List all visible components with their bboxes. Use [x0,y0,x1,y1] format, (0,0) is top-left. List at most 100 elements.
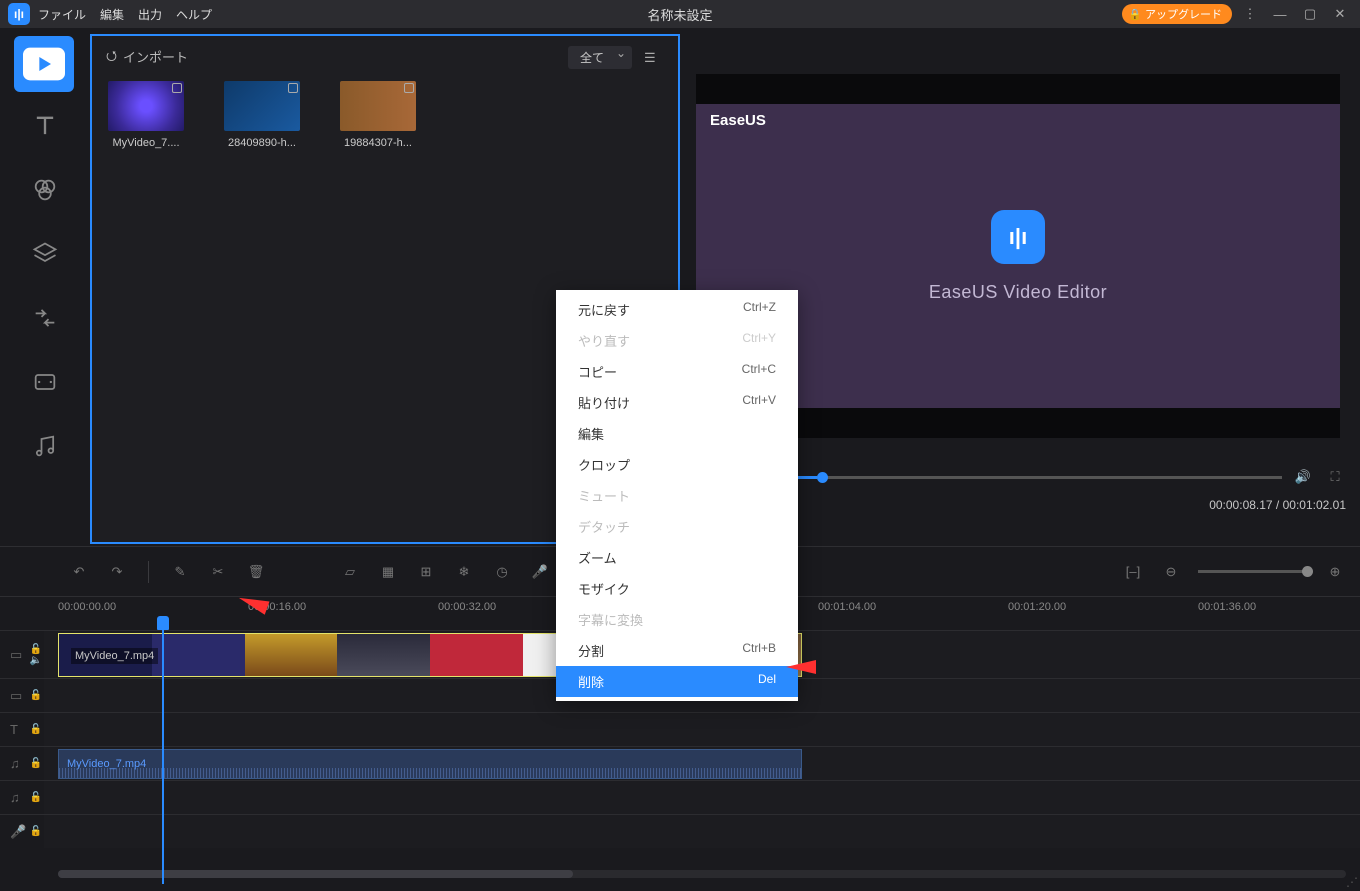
overlays-tab[interactable] [31,240,59,268]
lock-icon[interactable]: 🔓🔈 [30,644,42,666]
lock-icon[interactable]: 🔓 [30,724,42,735]
annotation-arrow-icon [786,660,816,674]
media-item[interactable]: 28409890-h... [218,81,306,149]
elements-tab[interactable] [31,368,59,396]
lock-icon: 🔒 [1128,8,1142,21]
context-menu-label: ズーム [578,548,617,567]
menu-help[interactable]: ヘルプ [176,6,212,23]
edit-pencil-icon[interactable]: ✎ [169,561,191,583]
ruler-tick: 00:01:36.00 [1198,601,1256,613]
menu-edit[interactable]: 編集 [100,6,124,23]
context-menu-item[interactable]: コピーCtrl+C [556,356,798,387]
context-menu-item[interactable]: 削除Del [556,666,798,697]
ruler-tick: 00:00:32.00 [438,601,496,613]
zoom-out-button[interactable]: ⊖ [1160,561,1182,583]
audio-track-icon: ♫ [10,790,20,805]
context-menu-shortcut: Ctrl+V [742,393,776,412]
zoom-in-button[interactable]: ⊕ [1324,561,1346,583]
wm-suffix: US [745,112,766,129]
lock-icon[interactable]: 🔓 [30,758,42,769]
menu-file[interactable]: ファイル [38,6,86,23]
context-menu-item[interactable]: 分割 Ctrl+B [556,635,798,666]
video-track-icon: ▭ [10,647,22,663]
media-item[interactable]: 19884307-h... [334,81,422,149]
playhead[interactable] [162,630,164,884]
preview-center-text: EaseUS Video Editor [929,282,1107,303]
import-icon: ⭯ [106,47,117,69]
split-scissors-icon[interactable]: ✂ [207,561,229,583]
timeline-scrollbar[interactable] [58,870,1346,878]
seek-slider[interactable] [728,476,1282,479]
wm-prefix: Ease [710,112,745,129]
used-marker-icon [404,83,414,93]
crop-icon[interactable]: ▱ [339,561,361,583]
audio-clip[interactable]: MyVideo_7.mp4 [58,749,802,779]
media-item-name: MyVideo_7.... [102,137,190,149]
context-menu-label: デタッチ [578,517,630,536]
list-view-icon[interactable]: ☰ [644,50,664,66]
music-tab[interactable] [31,432,59,460]
track-head-audio2[interactable]: ♫🔓 [0,781,44,814]
context-menu-label: モザイク [578,579,630,598]
context-menu-item[interactable]: モザイク [556,573,798,604]
speed-icon[interactable]: ◷ [491,561,513,583]
lock-icon[interactable]: 🔓 [30,792,42,803]
media-filter-value: 全て [580,51,604,65]
context-menu-label: ミュート [578,486,630,505]
mic-icon[interactable]: 🎤 [529,561,551,583]
media-tab[interactable] [14,36,74,92]
resize-grip-icon[interactable]: ⋰ [1346,875,1358,889]
menu-output[interactable]: 出力 [138,6,162,23]
ruler-tick: 00:00:00.00 [58,601,116,613]
undo-button[interactable]: ↶ [68,561,90,583]
context-menu-item[interactable]: 元に戻すCtrl+Z [556,294,798,325]
overlay-track-icon: ▭ [10,688,22,704]
media-thumbnail [340,81,416,131]
maximize-button[interactable]: ▢ [1298,4,1322,24]
text-track-icon: T [10,722,18,737]
close-button[interactable]: ✕ [1328,4,1352,24]
context-menu-item[interactable]: 貼り付けCtrl+V [556,387,798,418]
context-menu: 元に戻すCtrl+Z やり直す Ctrl+Y コピーCtrl+C貼り付けCtrl+V 編… [556,290,798,701]
media-item-name: 28409890-h... [218,137,306,149]
minimize-button[interactable]: — [1268,4,1292,24]
media-filter-dropdown[interactable]: 全て [568,46,632,69]
context-menu-label: 分割 [578,641,604,660]
fullscreen-icon[interactable]: ⛶ [1324,466,1346,488]
volume-icon[interactable]: 🔊 [1292,466,1314,488]
zoom-slider[interactable] [1198,570,1308,573]
audio-track-icon: ♫ [10,756,20,771]
filters-tab[interactable] [31,176,59,204]
context-menu-shortcut: Ctrl+Y [742,331,776,350]
delete-trash-icon[interactable]: 🗑 [245,561,267,583]
upgrade-button[interactable]: 🔒 アップグレード [1122,4,1232,24]
context-menu-label: 編集 [578,424,604,443]
context-menu-item[interactable]: クロップ [556,449,798,480]
redo-button[interactable]: ↷ [106,561,128,583]
transitions-tab[interactable] [31,304,59,332]
context-menu-item[interactable]: ズーム [556,542,798,573]
context-menu-item[interactable]: 編集 [556,418,798,449]
text-tab[interactable] [31,112,59,140]
lock-icon[interactable]: 🔓 [30,826,42,837]
import-button[interactable]: ⭯ インポート [106,47,188,69]
mosaic-icon[interactable]: ▦ [377,561,399,583]
freeze-icon[interactable]: ❄ [453,561,475,583]
upgrade-label: アップグレード [1145,6,1222,22]
play-icon [14,36,74,92]
grid-icon[interactable]: ⊞ [415,561,437,583]
track-head-video[interactable]: ▭ 🔓🔈 [0,631,44,678]
track-head-voice[interactable]: 🎤🔓 [0,815,44,848]
media-item[interactable]: MyVideo_7.... [102,81,190,149]
context-menu-label: やり直す [578,331,630,350]
context-menu-item: 字幕に変換 [556,604,798,635]
context-menu-label: 字幕に変換 [578,610,643,629]
track-head-overlay[interactable]: ▭🔓 [0,679,44,712]
track-head-audio[interactable]: ♫🔓 [0,747,44,780]
more-icon[interactable]: ⋮ [1238,4,1262,24]
context-menu-item: デタッチ [556,511,798,542]
context-menu-shortcut: Ctrl+B [742,641,776,660]
fit-icon[interactable]: [–] [1122,561,1144,583]
lock-icon[interactable]: 🔓 [30,690,42,701]
track-head-text[interactable]: T🔓 [0,713,44,746]
